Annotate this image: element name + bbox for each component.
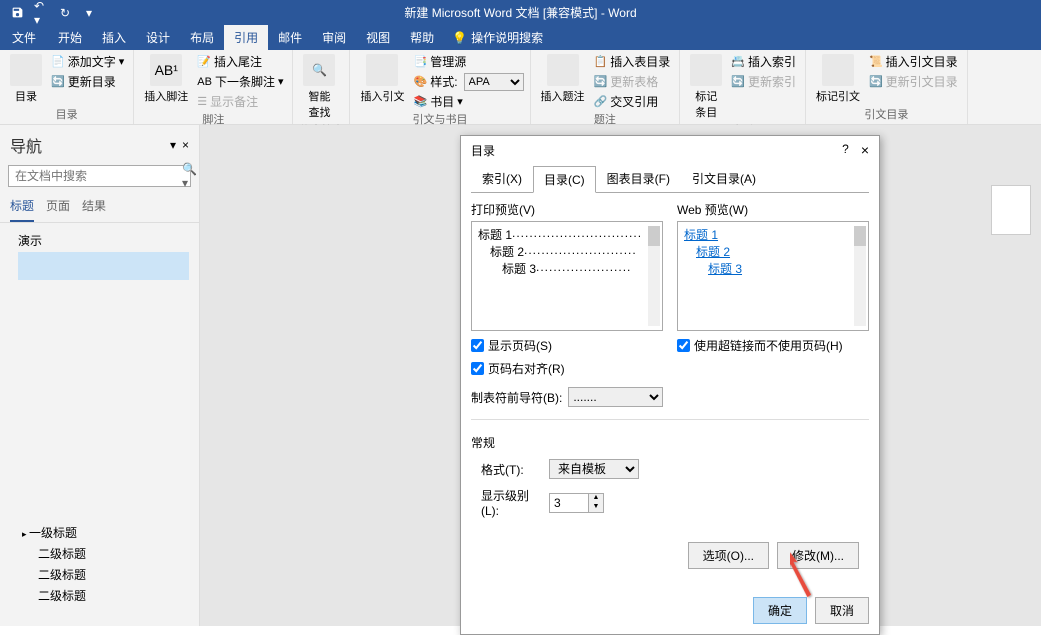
tab-view[interactable]: 视图 <box>356 25 400 50</box>
modify-button[interactable]: 修改(M)... <box>777 542 859 569</box>
spinner-down-icon[interactable]: ▼ <box>589 503 603 512</box>
print-preview-label: 打印预览(V) <box>471 201 663 218</box>
outline-level2-b[interactable]: 二级标题 <box>10 564 86 585</box>
dialog-close-icon[interactable]: × <box>861 142 869 159</box>
redo-icon[interactable]: ↻ <box>58 6 72 20</box>
format-label: 格式(T): <box>471 461 541 478</box>
show-pages-checkbox[interactable] <box>471 339 484 352</box>
web-preview-box: 标题 1 标题 2 标题 3 <box>677 221 869 331</box>
insert-index-button[interactable]: 📇 插入索引 <box>728 52 799 71</box>
dialog-help-icon[interactable]: ? <box>842 142 849 159</box>
outline-level2-a[interactable]: 二级标题 <box>10 543 86 564</box>
bibliography-button[interactable]: 📚 书目 ▾ <box>410 92 523 111</box>
save-icon[interactable] <box>10 6 24 20</box>
general-section-label: 常规 <box>471 434 869 451</box>
use-hyperlinks-checkbox[interactable] <box>677 339 690 352</box>
tab-mailings[interactable]: 邮件 <box>268 25 312 50</box>
toc-button[interactable]: 目录 <box>6 52 46 106</box>
document-page <box>991 185 1031 235</box>
smart-lookup-button[interactable]: 🔍 智能 查找 <box>299 52 339 122</box>
qat-dropdown-icon[interactable]: ▾ <box>82 6 96 20</box>
tab-leader-select[interactable]: ....... <box>568 387 663 407</box>
outline-level1[interactable]: 一级标题 <box>10 522 86 543</box>
next-footnote-button[interactable]: AB 下一条脚注 ▾ <box>194 72 286 91</box>
web-preview-label: Web 预览(W) <box>677 201 869 218</box>
window-title: 新建 Microsoft Word 文档 [兼容模式] - Word <box>404 4 636 21</box>
group-toc: 目录 <box>6 106 127 124</box>
insert-caption-button[interactable]: 插入题注 <box>537 52 589 106</box>
update-toc-button[interactable]: 🔄 更新目录 <box>48 72 127 91</box>
mark-entry-icon <box>690 54 722 86</box>
lightbulb-icon: 💡 <box>452 31 467 45</box>
insert-citation-button[interactable]: 插入引文 <box>356 52 408 106</box>
footnote-icon: AB¹ <box>150 54 182 86</box>
tab-review[interactable]: 审阅 <box>312 25 356 50</box>
style-label: 🎨 样式: <box>410 72 460 91</box>
nav-search-input[interactable] <box>9 169 176 183</box>
options-button[interactable]: 选项(O)... <box>688 542 769 569</box>
dialog-title: 目录 <box>471 142 495 159</box>
levels-input[interactable] <box>549 493 589 513</box>
search-icon: 🔍 <box>303 54 335 86</box>
nav-dropdown-icon[interactable]: ▾ <box>170 138 176 152</box>
nav-tab-pages[interactable]: 页面 <box>46 197 70 222</box>
citation-style-select[interactable]: APA <box>464 73 524 91</box>
tab-file[interactable]: 文件 <box>0 25 48 50</box>
dlg-tab-toc[interactable]: 目录(C) <box>533 166 596 193</box>
scrollbar[interactable] <box>854 226 866 326</box>
undo-icon[interactable]: ↶ ▾ <box>34 6 48 20</box>
tab-help[interactable]: 帮助 <box>400 25 444 50</box>
group-authorities: 引文目录 <box>812 106 961 124</box>
format-select[interactable]: 来自模板 <box>549 459 639 479</box>
citation-icon <box>366 54 398 86</box>
mark-entry-button[interactable]: 标记 条目 <box>686 52 726 122</box>
manage-sources-button[interactable]: 📑 管理源 <box>410 52 523 71</box>
nav-heading-item[interactable]: 演示 <box>0 229 199 252</box>
tab-references[interactable]: 引用 <box>224 25 268 50</box>
nav-search-box[interactable]: 🔍▾ <box>8 165 191 187</box>
update-authorities-button[interactable]: 🔄 更新引文目录 <box>866 72 961 91</box>
update-index-button[interactable]: 🔄 更新索引 <box>728 72 799 91</box>
insert-endnote-button[interactable]: 📝 插入尾注 <box>194 52 286 71</box>
tab-design[interactable]: 设计 <box>136 25 180 50</box>
nav-selected-region <box>18 252 189 280</box>
insert-footnote-button[interactable]: AB¹ 插入脚注 <box>140 52 192 106</box>
toc-icon <box>10 54 42 86</box>
dlg-tab-figures[interactable]: 图表目录(F) <box>596 165 681 192</box>
caption-icon <box>547 54 579 86</box>
ok-button[interactable]: 确定 <box>753 597 807 624</box>
insert-table-figures-button[interactable]: 📋 插入表目录 <box>591 52 674 71</box>
print-preview-box: 标题 1..............................1 标题 2… <box>471 221 663 331</box>
outline-level2-c[interactable]: 二级标题 <box>10 585 86 606</box>
mark-citation-icon <box>822 54 854 86</box>
cancel-button[interactable]: 取消 <box>815 597 869 624</box>
tab-layout[interactable]: 布局 <box>180 25 224 50</box>
mark-citation-button[interactable]: 标记引文 <box>812 52 864 106</box>
show-notes-button[interactable]: ☰ 显示备注 <box>194 92 286 111</box>
spinner-up-icon[interactable]: ▲ <box>589 494 603 503</box>
dlg-tab-index[interactable]: 索引(X) <box>471 165 533 192</box>
nav-close-icon[interactable]: × <box>182 138 189 152</box>
search-dropdown-icon[interactable]: 🔍▾ <box>176 162 203 190</box>
tab-insert[interactable]: 插入 <box>92 25 136 50</box>
nav-tab-headings[interactable]: 标题 <box>10 197 34 222</box>
add-text-button[interactable]: 📄 添加文字 ▾ <box>48 52 127 71</box>
update-table-button[interactable]: 🔄 更新表格 <box>591 72 674 91</box>
tab-home[interactable]: 开始 <box>48 25 92 50</box>
insert-authorities-button[interactable]: 📜 插入引文目录 <box>866 52 961 71</box>
show-levels-label: 显示级别(L): <box>471 487 541 518</box>
tab-leader-label: 制表符前导符(B): <box>471 389 562 406</box>
scrollbar[interactable] <box>648 226 660 326</box>
cross-reference-button[interactable]: 🔗 交叉引用 <box>591 92 674 111</box>
nav-tab-results[interactable]: 结果 <box>82 197 106 222</box>
right-align-checkbox[interactable] <box>471 362 484 375</box>
tell-me-search[interactable]: 💡 操作说明搜索 <box>444 25 551 50</box>
nav-title: 导航 <box>10 133 42 157</box>
dlg-tab-authorities[interactable]: 引文目录(A) <box>681 165 767 192</box>
toc-dialog: 目录 ? × 索引(X) 目录(C) 图表目录(F) 引文目录(A) 打印预览(… <box>460 135 880 635</box>
